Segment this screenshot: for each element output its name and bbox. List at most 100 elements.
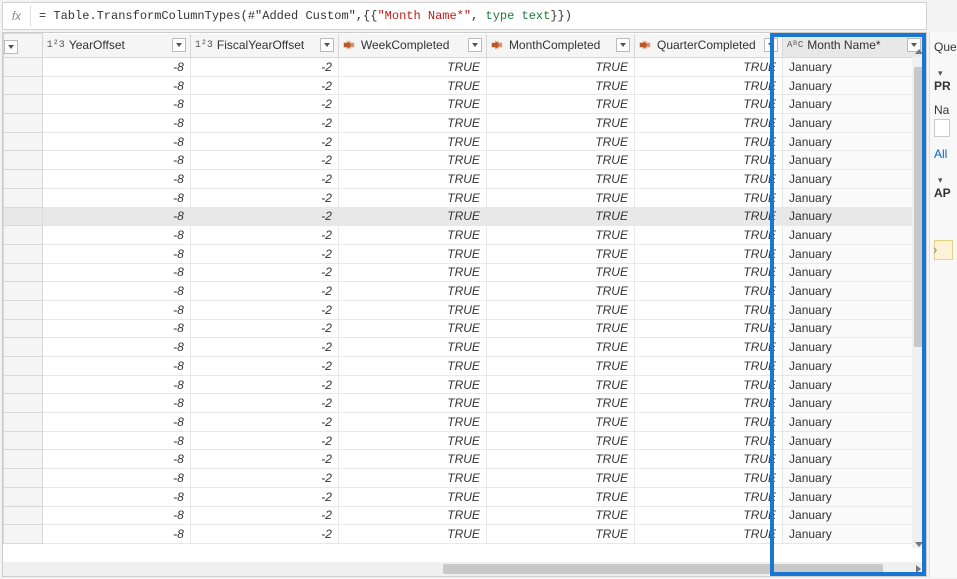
cell[interactable]: -2	[190, 282, 338, 301]
cell[interactable]: January	[783, 506, 926, 525]
cell[interactable]: -2	[190, 132, 338, 151]
cell[interactable]: January	[783, 525, 926, 544]
row-number-cell[interactable]	[4, 114, 43, 133]
cell[interactable]: TRUE	[338, 338, 486, 357]
cell[interactable]: TRUE	[486, 525, 634, 544]
all-properties-link[interactable]: All	[934, 147, 947, 161]
cell[interactable]: January	[783, 300, 926, 319]
cell[interactable]: January	[783, 357, 926, 376]
cell[interactable]: TRUE	[486, 394, 634, 413]
cell[interactable]: January	[783, 226, 926, 245]
type-number-icon[interactable]: 1²3	[47, 40, 65, 51]
type-bool-icon[interactable]	[491, 39, 505, 51]
cell[interactable]: January	[783, 487, 926, 506]
cell[interactable]: -2	[190, 226, 338, 245]
cell[interactable]: TRUE	[338, 95, 486, 114]
cell[interactable]: -2	[190, 263, 338, 282]
cell[interactable]: -8	[42, 450, 190, 469]
cell[interactable]: TRUE	[634, 151, 782, 170]
cell[interactable]: TRUE	[338, 525, 486, 544]
table-row[interactable]: -8-2TRUETRUETRUEJanuary	[4, 375, 926, 394]
cell[interactable]: January	[783, 450, 926, 469]
cell[interactable]: TRUE	[634, 357, 782, 376]
column-header-weekcompleted[interactable]: WeekCompleted	[338, 34, 486, 58]
cell[interactable]: -2	[190, 338, 338, 357]
cell[interactable]: -8	[42, 207, 190, 226]
collapse-icon[interactable]	[934, 65, 942, 79]
row-number-cell[interactable]	[4, 244, 43, 263]
cell[interactable]: TRUE	[338, 394, 486, 413]
column-filter-button[interactable]	[616, 38, 630, 52]
cell[interactable]: TRUE	[338, 263, 486, 282]
cell[interactable]: TRUE	[338, 413, 486, 432]
table-row[interactable]: -8-2TRUETRUETRUEJanuary	[4, 469, 926, 488]
cell[interactable]: TRUE	[634, 226, 782, 245]
column-header-month-name-[interactable]: AᴮCMonth Name*	[783, 34, 926, 58]
cell[interactable]: TRUE	[634, 114, 782, 133]
query-name-input[interactable]	[934, 119, 950, 137]
cell[interactable]: January	[783, 394, 926, 413]
cell[interactable]: TRUE	[486, 170, 634, 189]
row-number-cell[interactable]	[4, 76, 43, 95]
cell[interactable]: -2	[190, 58, 338, 77]
cell[interactable]: -2	[190, 357, 338, 376]
row-number-cell[interactable]	[4, 300, 43, 319]
cell[interactable]: TRUE	[634, 394, 782, 413]
table-row[interactable]: -8-2TRUETRUETRUEJanuary	[4, 338, 926, 357]
cell[interactable]: January	[783, 282, 926, 301]
cell[interactable]: -8	[42, 338, 190, 357]
row-number-cell[interactable]	[4, 338, 43, 357]
cell[interactable]: -8	[42, 375, 190, 394]
cell[interactable]: -2	[190, 244, 338, 263]
cell[interactable]: January	[783, 431, 926, 450]
cell[interactable]: TRUE	[338, 469, 486, 488]
cell[interactable]: TRUE	[338, 114, 486, 133]
table-row[interactable]: -8-2TRUETRUETRUEJanuary	[4, 431, 926, 450]
cell[interactable]: TRUE	[338, 450, 486, 469]
cell[interactable]: -8	[42, 357, 190, 376]
cell[interactable]: TRUE	[486, 282, 634, 301]
cell[interactable]: TRUE	[338, 226, 486, 245]
cell[interactable]: TRUE	[486, 450, 634, 469]
cell[interactable]: January	[783, 95, 926, 114]
cell[interactable]: -2	[190, 375, 338, 394]
vertical-scrollbar[interactable]	[912, 57, 926, 548]
cell[interactable]: TRUE	[486, 132, 634, 151]
row-number-cell[interactable]	[4, 413, 43, 432]
table-row[interactable]: -8-2TRUETRUETRUEJanuary	[4, 450, 926, 469]
cell[interactable]: -2	[190, 469, 338, 488]
column-header-yearoffset[interactable]: 1²3YearOffset	[42, 34, 190, 58]
cell[interactable]: January	[783, 375, 926, 394]
column-header-fiscalyearoffset[interactable]: 1²3FiscalYearOffset	[190, 34, 338, 58]
formula-input[interactable]: = Table.TransformColumnTypes(#"Added Cus…	[31, 5, 926, 27]
cell[interactable]: -2	[190, 487, 338, 506]
table-row[interactable]: -8-2TRUETRUETRUEJanuary	[4, 207, 926, 226]
row-number-cell[interactable]	[4, 394, 43, 413]
row-number-cell[interactable]	[4, 487, 43, 506]
cell[interactable]: January	[783, 469, 926, 488]
cell[interactable]: TRUE	[486, 300, 634, 319]
row-number-cell[interactable]	[4, 263, 43, 282]
cell[interactable]: January	[783, 207, 926, 226]
row-number-cell[interactable]	[4, 95, 43, 114]
type-bool-icon[interactable]	[639, 39, 653, 51]
type-bool-icon[interactable]	[343, 39, 357, 51]
scroll-up-arrow-icon[interactable]	[912, 45, 926, 57]
cell[interactable]: TRUE	[486, 58, 634, 77]
cell[interactable]: January	[783, 188, 926, 207]
scroll-right-arrow-icon[interactable]	[912, 562, 924, 576]
cell[interactable]: TRUE	[634, 188, 782, 207]
row-number-cell[interactable]	[4, 226, 43, 245]
cell[interactable]: TRUE	[338, 357, 486, 376]
table-row[interactable]: -8-2TRUETRUETRUEJanuary	[4, 506, 926, 525]
row-header-corner[interactable]	[4, 34, 43, 58]
cell[interactable]: TRUE	[634, 338, 782, 357]
cell[interactable]: TRUE	[634, 170, 782, 189]
cell[interactable]: TRUE	[338, 151, 486, 170]
cell[interactable]: -2	[190, 413, 338, 432]
cell[interactable]: -8	[42, 431, 190, 450]
cell[interactable]: -8	[42, 263, 190, 282]
cell[interactable]: TRUE	[486, 188, 634, 207]
cell[interactable]: -2	[190, 170, 338, 189]
cell[interactable]: TRUE	[634, 450, 782, 469]
